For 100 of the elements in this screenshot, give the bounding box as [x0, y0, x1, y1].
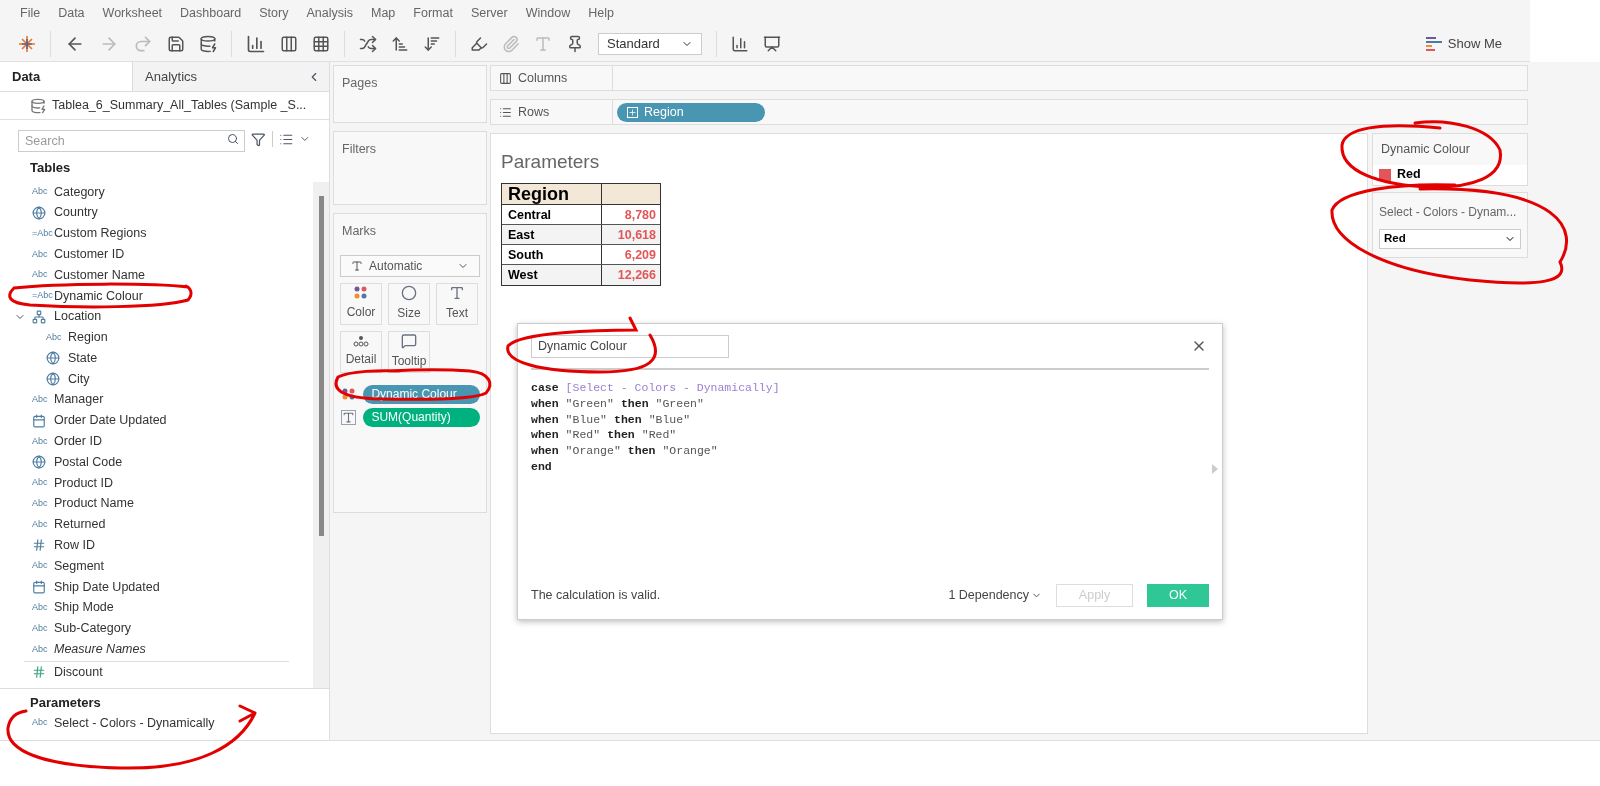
field-item[interactable]: Returned — [54, 515, 106, 534]
table-cell: Central — [502, 204, 602, 224]
rows-icon — [499, 105, 512, 119]
calculated-string-icon: =Abc — [32, 226, 53, 241]
globe-icon — [46, 351, 60, 366]
globe-icon — [32, 455, 46, 470]
menu-item[interactable]: Server — [470, 3, 508, 23]
field-item[interactable]: Select - Colors - Dynamically — [54, 713, 215, 733]
menu-item[interactable]: Dashboard — [180, 3, 242, 23]
pin-icon[interactable] — [566, 34, 584, 53]
scrollbar-thumb[interactable] — [318, 195, 324, 536]
menu-item[interactable]: Help — [588, 3, 614, 23]
calculation-name-field[interactable]: Dynamic Colour — [531, 334, 729, 358]
field-item[interactable]: Customer ID — [54, 244, 125, 264]
field-item[interactable]: Order ID — [54, 432, 102, 451]
field-item[interactable]: Segment — [54, 556, 105, 576]
string-type-icon: Abc — [32, 716, 48, 730]
dependency-dropdown[interactable]: 1 Dependency — [948, 585, 1042, 605]
color-dots-icon — [354, 286, 368, 301]
validation-message: The calculation is valid. — [531, 586, 661, 604]
table-cell: West — [502, 264, 602, 285]
field-item[interactable]: Postal Code — [54, 452, 123, 472]
field-item[interactable]: Sub-Category — [54, 619, 132, 638]
field-item[interactable]: Product ID — [54, 473, 114, 493]
field-item[interactable]: Region — [68, 328, 108, 347]
field-item[interactable]: Row ID — [54, 536, 95, 555]
highlight-icon[interactable] — [470, 34, 488, 53]
menu-item[interactable]: Format — [413, 3, 453, 23]
mark-property-button[interactable]: Text — [436, 282, 478, 325]
field-item[interactable]: Customer Name — [54, 265, 145, 285]
string-type-icon: Abc — [32, 621, 48, 636]
search-field[interactable]: Search — [18, 130, 246, 152]
field-item[interactable]: Discount — [54, 662, 103, 682]
table-cell-text: 12,266 — [616, 266, 657, 284]
save-icon[interactable] — [167, 34, 185, 53]
field-item[interactable]: Country — [54, 203, 98, 223]
expand-icon — [627, 106, 638, 118]
search-icon[interactable] — [227, 133, 240, 145]
mark-property-button[interactable]: Detail — [340, 330, 382, 373]
field-item[interactable]: Measure Names — [54, 640, 146, 659]
string-type-icon: Abc — [32, 497, 48, 511]
string-type-icon: Abc — [32, 185, 48, 199]
marks-title: Marks — [341, 223, 378, 240]
bar-chart-icon — [1425, 36, 1442, 51]
field-item[interactable]: Category — [54, 182, 105, 202]
field-item[interactable]: Dynamic Colour — [54, 286, 143, 306]
pages-shelf[interactable]: Pages — [333, 65, 487, 123]
columns-icon — [499, 71, 512, 85]
data-source-name[interactable]: Tablea_6_Summary_All_Tables (Sample _S... — [52, 96, 307, 115]
menu-item[interactable]: File — [20, 3, 41, 23]
swap-icon[interactable] — [359, 34, 377, 53]
table-cell-text: 6,209 — [623, 246, 657, 264]
filter-icon[interactable] — [251, 131, 266, 147]
shelf-label: Rows — [518, 103, 550, 121]
field-item[interactable]: Order Date Updated — [54, 411, 167, 431]
menu-item[interactable]: Window — [525, 3, 571, 23]
field-item[interactable]: State — [68, 348, 98, 368]
sort-descending-icon[interactable] — [423, 34, 441, 53]
panel-tab[interactable]: Analytics — [132, 62, 264, 91]
menu-item[interactable]: Analysis — [306, 3, 353, 23]
string-type-icon: Abc — [32, 559, 48, 573]
table-cell: South — [502, 244, 602, 264]
show-me-button[interactable]: Show Me — [1425, 33, 1502, 54]
mark-type-dropdown[interactable]: Automatic — [340, 254, 480, 277]
legend-label: Red — [1397, 166, 1421, 184]
table-cell-text: 8,780 — [623, 206, 657, 224]
menu-item[interactable]: Data — [58, 3, 85, 23]
field-item[interactable]: Manager — [54, 390, 104, 410]
section-heading: Parameters — [29, 694, 102, 712]
mark-property-button[interactable]: Tooltip — [388, 330, 430, 373]
text-icon — [351, 259, 363, 272]
fit-dropdown[interactable]: Standard — [598, 32, 702, 55]
menu-item[interactable]: Map — [370, 3, 396, 23]
field-item[interactable]: City — [68, 369, 90, 389]
field-item[interactable]: Custom Regions — [54, 224, 147, 243]
add-data-source-icon[interactable] — [199, 34, 217, 53]
parameter-title: Select - Colors - Dynam... — [1379, 203, 1518, 221]
paperclip-icon[interactable] — [502, 34, 520, 53]
calendar-icon — [32, 413, 46, 428]
field-item[interactable]: Ship Mode — [54, 598, 114, 618]
mark-property-button[interactable]: Size — [388, 282, 430, 325]
hash-icon — [32, 538, 46, 553]
field-item[interactable]: Location — [54, 307, 102, 327]
app-logo-icon[interactable] — [18, 34, 36, 53]
field-item[interactable]: Product Name — [54, 494, 134, 514]
table-cell: East — [502, 224, 602, 244]
mark-property-button[interactable]: Color — [340, 282, 382, 325]
menu-item[interactable]: Worksheet — [102, 3, 163, 23]
new-worksheet-icon[interactable] — [246, 33, 266, 54]
filters-shelf[interactable]: Filters — [333, 131, 487, 205]
menu-item[interactable]: Story — [259, 3, 289, 23]
string-type-icon: Abc — [46, 330, 62, 345]
text-icon — [449, 285, 465, 302]
presentation-icon[interactable] — [763, 34, 781, 53]
sort-ascending-icon[interactable] — [391, 34, 409, 53]
field-item[interactable]: Ship Date Updated — [54, 577, 160, 597]
parameter-dropdown[interactable]: Red — [1379, 228, 1521, 249]
string-type-icon: Abc — [32, 247, 48, 262]
text-icon — [341, 409, 357, 425]
code-editor[interactable]: case [Select - Colors - Dynamically] when "Green" then "Green" when "Blue" then "Blue" when "Red" then "Red" when "Orange" then "Orange" end — [531, 370, 1209, 571]
